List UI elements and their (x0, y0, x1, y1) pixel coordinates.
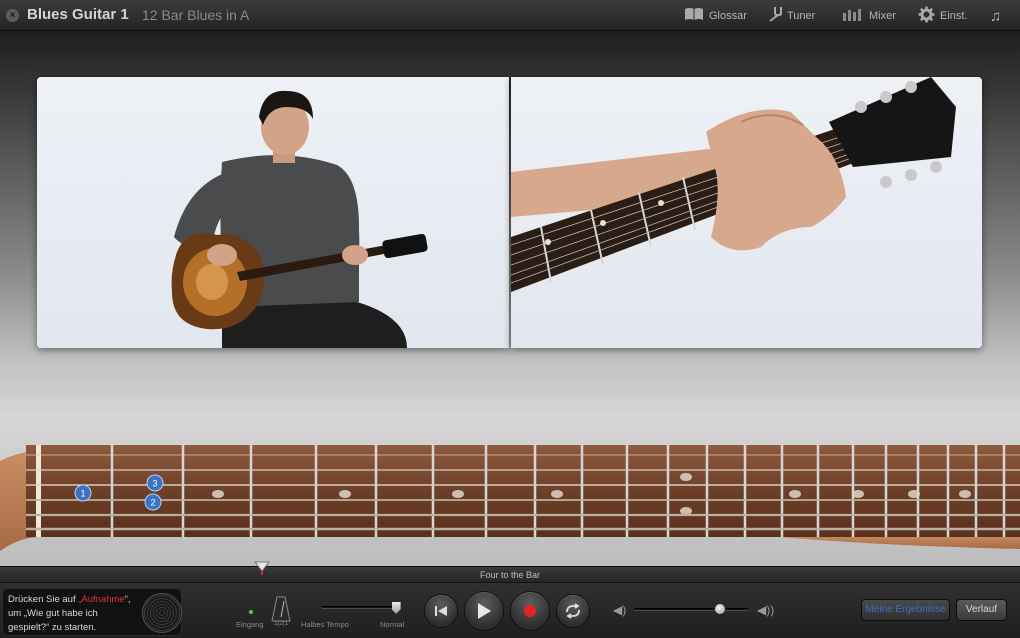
tempo-slider[interactable] (322, 606, 400, 609)
glossary-button[interactable]: Glossar (684, 7, 747, 25)
volume-slider[interactable] (634, 608, 748, 611)
hint-line2: um „Wie gut habe ich (8, 608, 98, 619)
fret-inlay (339, 490, 351, 498)
my-results-button[interactable]: Meine Ergebnisse (861, 599, 950, 621)
track-label: Four to the Bar (479, 570, 541, 580)
book-icon (684, 7, 704, 25)
app-title: Blues Guitar 1 (27, 6, 129, 23)
finger-dot: 2 (144, 493, 162, 511)
record-button[interactable] (510, 591, 550, 631)
closeup-video (511, 77, 982, 348)
record-hint-box: Drücken Sie auf „Aufnahme“, um „Wie gut … (2, 588, 182, 636)
lesson-title: 12 Bar Blues in A (142, 7, 250, 23)
title-bar: × Blues Guitar 1 12 Bar Blues in A Gloss… (0, 0, 1020, 31)
glossary-label: Glossar (709, 10, 747, 22)
loop-button[interactable] (556, 594, 590, 628)
input-label: Eingang (236, 620, 264, 629)
skip-back-icon (435, 606, 447, 616)
instructor-video (37, 77, 509, 348)
loop-icon (566, 603, 580, 619)
volume-low-icon: ◀) (613, 603, 627, 617)
hint-line1: Drücken Sie auf (8, 594, 79, 605)
finger-dot: 3 (146, 474, 164, 492)
tuning-fork-icon (766, 6, 782, 26)
record-icon (524, 605, 536, 617)
hint-line3: gespielt?“ zu starten. (8, 622, 97, 633)
playhead-marker[interactable] (254, 561, 270, 575)
tuner-button[interactable]: Tuner (766, 7, 815, 25)
fret-inlay (959, 490, 971, 498)
mixer-icon (842, 7, 864, 25)
metronome-icon[interactable] (271, 595, 291, 623)
gear-icon (918, 6, 935, 27)
finger-dot-label: 2 (150, 498, 155, 508)
record-hint-text: Drücken Sie auf „Aufnahme“, um „Wie gut … (8, 593, 148, 635)
lesson-stage: 1 3 2 (0, 31, 1020, 566)
mixer-label: Mixer (869, 10, 896, 22)
record-target-icon (142, 593, 182, 633)
normal-tempo-label: Normal (380, 620, 405, 629)
history-button[interactable]: Verlauf (956, 599, 1007, 621)
fret-inlay (680, 507, 692, 515)
mixer-button[interactable]: Mixer (842, 7, 896, 25)
fret-inlay (452, 490, 464, 498)
metronome-label: 1|2|1 (274, 620, 289, 627)
fret-inlay (551, 490, 563, 498)
play-button[interactable] (464, 591, 504, 631)
input-led-icon (249, 610, 253, 614)
fret-inlay (908, 490, 920, 498)
settings-label: Einst. (940, 10, 968, 22)
fret-inlay (789, 490, 801, 498)
volume-slider-knob[interactable] (714, 604, 725, 614)
play-icon (478, 603, 491, 619)
tuner-label: Tuner (787, 10, 816, 22)
settings-button[interactable]: Einst. (918, 6, 968, 27)
instructor-image (171, 90, 428, 348)
half-tempo-label: Halbes Tempo (301, 620, 349, 629)
fret-inlay (212, 490, 224, 498)
finger-dot: 1 (74, 484, 92, 502)
virtual-fretboard: 1 3 2 (0, 445, 1020, 551)
finger-dot-label: 3 (152, 479, 157, 489)
finger-dot-label: 1 (80, 489, 85, 499)
close-icon[interactable]: × (6, 9, 19, 22)
hint-line1-end: “, (124, 594, 131, 605)
volume-high-icon: ◀)) (757, 603, 775, 617)
chord-closeup-image (511, 77, 956, 292)
music-note-icon[interactable]: ♫ (990, 7, 1001, 25)
fret-inlay (680, 473, 692, 481)
hint-highlight: „Aufnahme (78, 594, 125, 605)
fret-inlay (852, 490, 864, 498)
timeline[interactable]: Four to the Bar (0, 567, 1020, 583)
rewind-button[interactable] (424, 594, 458, 628)
